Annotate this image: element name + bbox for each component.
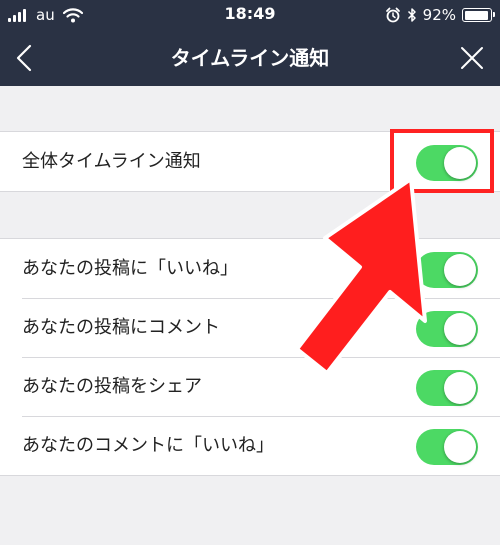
status-bar: au 18:49 92% (0, 0, 500, 30)
setting-row-share-post: あなたの投稿をシェア (0, 357, 500, 416)
detail-notification-group: あなたの投稿に「いいね」 あなたの投稿にコメント あなたの投稿をシェア あなたの… (0, 238, 500, 476)
close-button[interactable] (452, 38, 492, 78)
overall-timeline-toggle[interactable] (416, 145, 478, 181)
share-post-toggle[interactable] (416, 370, 478, 406)
toggle-knob (444, 147, 476, 179)
like-on-post-toggle[interactable] (416, 252, 478, 288)
setting-label: あなたの投稿をシェア (22, 376, 202, 397)
toggle-knob (444, 254, 476, 286)
overall-notification-group: 全体タイムライン通知 (0, 131, 500, 192)
setting-row-comment-on-post: あなたの投稿にコメント (0, 298, 500, 357)
setting-label: あなたの投稿に「いいね」 (22, 258, 238, 279)
chevron-left-icon (16, 44, 32, 72)
bluetooth-icon (407, 7, 417, 23)
toggle-knob (444, 313, 476, 345)
alarm-clock-icon (385, 7, 401, 23)
setting-row-like-on-post: あなたの投稿に「いいね」 (0, 239, 500, 298)
header: au 18:49 92% タイムライン通知 (0, 0, 500, 86)
setting-label: あなたの投稿にコメント (22, 317, 220, 338)
nav-bar: タイムライン通知 (0, 30, 500, 86)
status-right: 92% (385, 5, 495, 25)
page-title: タイムライン通知 (170, 46, 330, 70)
setting-row-like-on-comment: あなたのコメントに「いいね」 (0, 416, 500, 475)
back-button[interactable] (6, 38, 46, 78)
setting-label: 全体タイムライン通知 (22, 151, 201, 172)
battery-fill (464, 10, 488, 20)
setting-row-overall-timeline: 全体タイムライン通知 (0, 132, 500, 191)
battery-icon (462, 8, 495, 22)
like-on-comment-toggle[interactable] (416, 429, 478, 465)
battery-percent: 92% (422, 6, 456, 24)
toggle-knob (444, 372, 476, 404)
toggle-knob (444, 431, 476, 463)
comment-on-post-toggle[interactable] (416, 311, 478, 347)
setting-label: あなたのコメントに「いいね」 (22, 435, 274, 456)
close-icon (461, 47, 483, 69)
